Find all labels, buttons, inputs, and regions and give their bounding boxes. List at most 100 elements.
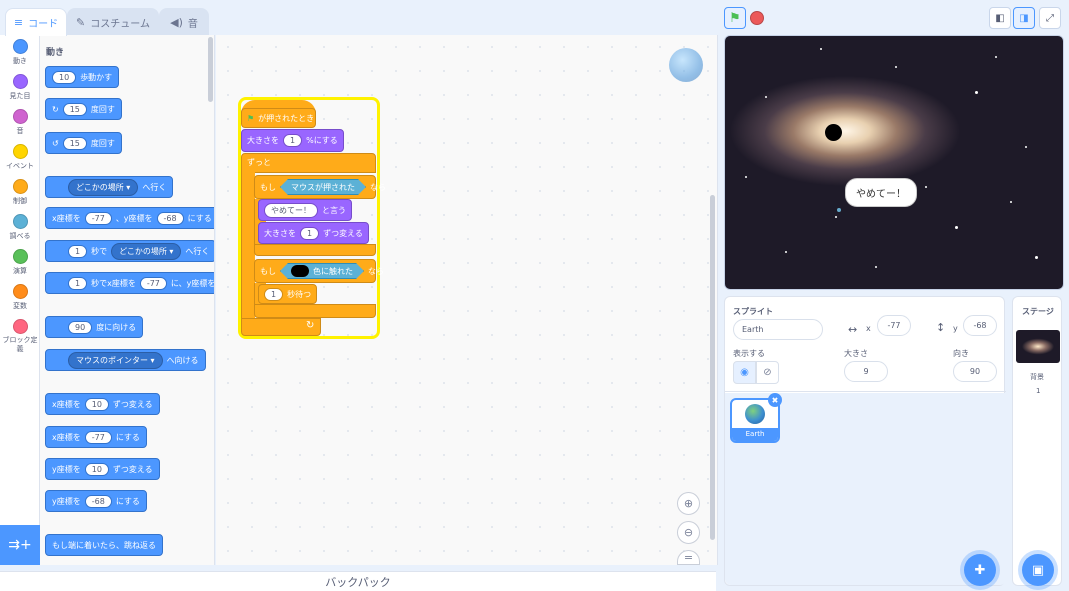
turn-left-input[interactable]: 15 bbox=[62, 136, 87, 150]
x-arrows-icon: ↔ bbox=[848, 323, 858, 336]
category-control[interactable]: 制御 bbox=[0, 179, 40, 206]
green-flag-button[interactable]: ⚑ bbox=[724, 7, 746, 29]
equals-icon: = bbox=[683, 551, 694, 564]
turn-left-block[interactable]: ↺ 15 度回す bbox=[45, 132, 122, 154]
looks-dot-icon bbox=[12, 74, 28, 89]
move-block[interactable]: 10 歩動かす bbox=[45, 66, 120, 88]
palette-scrollbar[interactable] bbox=[208, 37, 213, 102]
glide-secs-input[interactable]: 1 bbox=[68, 244, 88, 258]
turn-right-block[interactable]: ↻ 15 度回す bbox=[45, 98, 122, 120]
turn-right-input[interactable]: 15 bbox=[62, 102, 87, 116]
rotate-right-icon: ↻ bbox=[52, 104, 59, 114]
goto-y-input[interactable]: -68 bbox=[156, 211, 184, 225]
size-input[interactable]: 9 bbox=[844, 361, 888, 382]
tab-code[interactable]: ≡ コード bbox=[5, 8, 67, 36]
category-my-blocks[interactable]: ブロック定義 bbox=[0, 319, 40, 354]
glide-dropdown[interactable]: どこかの場所 ▾ bbox=[111, 242, 182, 260]
delete-sprite-button[interactable]: ✖ bbox=[768, 393, 782, 407]
rotate-left-icon: ↺ bbox=[52, 138, 59, 148]
zoom-out-button[interactable]: ⊖ bbox=[677, 521, 700, 544]
set-x-input[interactable]: -77 bbox=[84, 430, 112, 444]
sprite-name-input[interactable]: Earth bbox=[733, 319, 823, 340]
direction-input[interactable]: 90 bbox=[68, 320, 93, 334]
backdrop-label: 背景 bbox=[1030, 373, 1044, 381]
direction-input-field[interactable]: 90 bbox=[953, 361, 997, 382]
add-backdrop-button[interactable]: ▣ bbox=[1022, 554, 1054, 586]
small-stage-icon: ◧ bbox=[995, 12, 1005, 24]
category-looks[interactable]: 見た目 bbox=[0, 74, 40, 101]
goto-xy-block[interactable]: x座標を -77 、y座標を -68 にする bbox=[45, 207, 214, 229]
x-input[interactable]: -77 bbox=[877, 315, 911, 336]
sprite-header: スプライト bbox=[733, 307, 773, 316]
sprite-earth[interactable] bbox=[825, 124, 842, 141]
category-motion[interactable]: 動き bbox=[0, 39, 40, 66]
change-x-input[interactable]: 10 bbox=[84, 397, 109, 411]
if-touching-color-block[interactable]: もし 色に触れた なら bbox=[254, 259, 384, 283]
motion-dot-icon bbox=[12, 39, 28, 54]
when-flag-clicked-block[interactable]: ⚑ が押されたとき bbox=[241, 108, 316, 128]
extension-icon: ⇉+ bbox=[8, 537, 32, 553]
point-direction-block[interactable]: 90 度に向ける bbox=[45, 316, 144, 338]
category-events[interactable]: イベント bbox=[0, 144, 40, 171]
eye-slash-icon: ⊘ bbox=[763, 367, 772, 378]
zoom-in-button[interactable]: ⊕ bbox=[677, 492, 700, 515]
change-size-block[interactable]: 大きさを 1 ずつ変える bbox=[258, 222, 369, 244]
show-button[interactable]: ◉ bbox=[733, 361, 756, 384]
wait-secs-input[interactable]: 1 bbox=[264, 287, 284, 301]
set-size-input[interactable]: 1 bbox=[283, 134, 303, 147]
say-block[interactable]: やめてー！ と言う bbox=[258, 199, 352, 221]
backdrop-thumbnail[interactable] bbox=[1016, 330, 1060, 363]
small-stage-button[interactable]: ◧ bbox=[989, 7, 1011, 29]
set-size-block[interactable]: 大きさを 1 %にする bbox=[241, 129, 344, 152]
cat-plus-icon: ✚ bbox=[974, 562, 986, 578]
stage-canvas[interactable]: やめてー！ bbox=[724, 35, 1064, 290]
workspace-scrollbar[interactable] bbox=[710, 195, 715, 540]
change-y-block[interactable]: y座標を 10 ずつ変える bbox=[45, 458, 160, 480]
category-sensing[interactable]: 調べる bbox=[0, 214, 40, 241]
glide-block[interactable]: 1 秒で どこかの場所 ▾ へ行く bbox=[45, 240, 214, 262]
glide-xy-block[interactable]: 1 秒でx座標を -77 に、y座標を bbox=[45, 272, 214, 294]
change-size-input[interactable]: 1 bbox=[300, 226, 320, 240]
change-y-input[interactable]: 10 bbox=[84, 462, 109, 476]
move-steps-input[interactable]: 10 bbox=[52, 70, 77, 84]
category-variables[interactable]: 変数 bbox=[0, 284, 40, 311]
category-operators[interactable]: 演算 bbox=[0, 249, 40, 276]
stop-button[interactable] bbox=[750, 11, 764, 25]
set-y-input[interactable]: -68 bbox=[84, 494, 112, 508]
scratch-editor: ≡ コード ✎ コスチューム ◀) 音 動き 見た目 音 イベント 制御 調べる 演算… bbox=[0, 0, 1069, 591]
thumbnail-label: Earth bbox=[732, 428, 778, 441]
goto-dropdown[interactable]: どこかの場所 ▾ bbox=[68, 178, 139, 196]
tab-costumes[interactable]: ✎ コスチューム bbox=[67, 8, 159, 35]
fullscreen-button[interactable]: ⤢ bbox=[1039, 7, 1061, 29]
y-input[interactable]: -68 bbox=[963, 315, 997, 336]
color-swatch[interactable] bbox=[291, 265, 309, 277]
myblocks-dot-icon bbox=[12, 319, 28, 334]
sprite-dot bbox=[837, 208, 841, 212]
touching-color-condition[interactable]: 色に触れた bbox=[280, 263, 364, 279]
goto-block[interactable]: どこかの場所 ▾ へ行く bbox=[45, 176, 174, 198]
if-mouse-down-block[interactable]: もし マウスが押された なら bbox=[254, 175, 386, 199]
set-y-block[interactable]: y座標を -68 にする bbox=[45, 490, 147, 512]
bounce-block[interactable]: もし端に着いたら、跳ね返る bbox=[45, 534, 163, 556]
large-stage-button[interactable]: ◨ bbox=[1013, 7, 1035, 29]
sound-dot-icon bbox=[12, 109, 28, 124]
glidexy-secs-input[interactable]: 1 bbox=[68, 276, 88, 290]
hide-button[interactable]: ⊘ bbox=[756, 361, 779, 384]
wait-block[interactable]: 1 秒待つ bbox=[258, 284, 318, 304]
add-extension-button[interactable]: ⇉+ bbox=[0, 525, 40, 565]
tab-sounds[interactable]: ◀) 音 bbox=[159, 8, 209, 35]
trash-icon: ✖ bbox=[771, 395, 779, 405]
stage-header: ステージ bbox=[1022, 307, 1054, 316]
category-sound[interactable]: 音 bbox=[0, 109, 40, 136]
point-towards-block[interactable]: マウスのポインター ▾ へ向ける bbox=[45, 349, 206, 371]
set-x-block[interactable]: x座標を -77 にする bbox=[45, 426, 147, 448]
pointto-dropdown[interactable]: マウスのポインター ▾ bbox=[68, 351, 163, 369]
mouse-down-condition[interactable]: マウスが押された bbox=[280, 179, 366, 195]
change-x-block[interactable]: x座標を 10 ずつ変える bbox=[45, 393, 160, 415]
backpack[interactable]: バックパック bbox=[0, 571, 716, 591]
say-text-input[interactable]: やめてー！ bbox=[264, 202, 318, 218]
goto-x-input[interactable]: -77 bbox=[84, 211, 112, 225]
glidexy-x-input[interactable]: -77 bbox=[139, 276, 167, 290]
palette-title: 動き bbox=[46, 48, 65, 58]
add-sprite-button[interactable]: ✚ bbox=[964, 554, 996, 586]
